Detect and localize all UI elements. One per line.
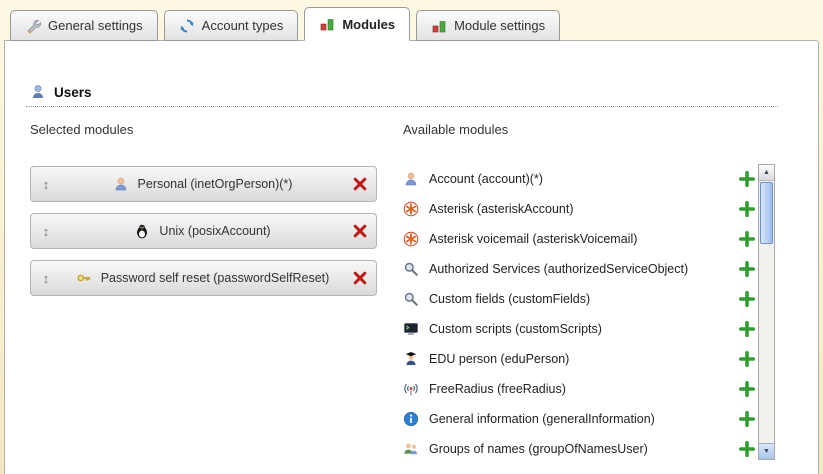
available-modules-list: Account (account)(*) Asterisk (asteriskA… <box>403 164 755 464</box>
selected-module-row[interactable]: ↕ Password self reset (passwordSelfReset… <box>30 260 377 296</box>
available-modules-heading: Available modules <box>403 122 508 137</box>
selected-module-row[interactable]: ↕ Personal (inetOrgPerson)(*) <box>30 166 377 202</box>
scroll-down-button[interactable]: ▼ <box>759 443 774 459</box>
module-label: Account (account)(*) <box>429 172 543 186</box>
graduate-icon <box>403 351 419 367</box>
scroll-up-button[interactable]: ▲ <box>759 165 774 181</box>
module-label: Personal (inetOrgPerson)(*) <box>138 177 293 191</box>
module-label: Authorized Services (authorizedServiceOb… <box>429 262 688 276</box>
available-module-row: Asterisk voicemail (asteriskVoicemail) <box>403 224 755 254</box>
add-module-button[interactable] <box>739 411 755 427</box>
tab-label: Module settings <box>454 18 545 33</box>
add-module-button[interactable] <box>739 171 755 187</box>
penguin-icon <box>134 223 150 239</box>
drag-handle-icon[interactable]: ↕ <box>39 224 53 239</box>
module-entry: Password self reset (passwordSelfReset) <box>53 270 352 286</box>
scroll-down-arrow-icon: ▼ <box>763 448 770 455</box>
module-label: Asterisk voicemail (asteriskVoicemail) <box>429 232 637 246</box>
module-entry: Unix (posixAccount) <box>53 223 352 239</box>
user-icon <box>30 84 46 100</box>
module-label: General information (generalInformation) <box>429 412 655 426</box>
add-module-button[interactable] <box>739 201 755 217</box>
group-icon <box>403 441 419 457</box>
asterisk-icon <box>403 231 419 247</box>
remove-module-button[interactable] <box>352 223 368 239</box>
selected-module-row[interactable]: ↕ Unix (posixAccount) <box>30 213 377 249</box>
available-module-row: Asterisk (asteriskAccount) <box>403 194 755 224</box>
section-heading-users: Users <box>30 84 92 100</box>
tab-bar: General settings Account types Modules M… <box>10 7 560 41</box>
tab-label: General settings <box>48 18 143 33</box>
section-title: Users <box>54 85 92 100</box>
tab-general-settings[interactable]: General settings <box>10 10 158 41</box>
asterisk-icon <box>403 201 419 217</box>
remove-module-button[interactable] <box>352 270 368 286</box>
add-module-button[interactable] <box>739 291 755 307</box>
drag-handle-icon[interactable]: ↕ <box>39 271 53 286</box>
tab-modules[interactable]: Modules <box>304 7 410 41</box>
drag-handle-icon[interactable]: ↕ <box>39 177 53 192</box>
add-module-button[interactable] <box>739 261 755 277</box>
remove-module-button[interactable] <box>352 176 368 192</box>
available-module-row: Groups of names (groupOfNamesUser) <box>403 434 755 464</box>
info-icon <box>403 411 419 427</box>
available-module-row: General information (generalInformation) <box>403 404 755 434</box>
module-label: Custom scripts (customScripts) <box>429 322 602 336</box>
antenna-icon <box>403 381 419 397</box>
terminal-icon <box>403 321 419 337</box>
add-module-button[interactable] <box>739 321 755 337</box>
section-divider <box>26 106 778 107</box>
person-icon <box>113 176 129 192</box>
scrollbar[interactable]: ▲ ▼ <box>758 164 775 460</box>
wrench-icon <box>25 18 41 34</box>
module-entry: Personal (inetOrgPerson)(*) <box>53 176 352 192</box>
scrollbar-track[interactable] <box>759 245 774 443</box>
person-icon <box>403 171 419 187</box>
selected-modules-heading: Selected modules <box>30 122 133 137</box>
add-module-button[interactable] <box>739 381 755 397</box>
selected-modules-list: ↕ Personal (inetOrgPerson)(*) ↕ Unix (po… <box>30 166 377 307</box>
available-module-row: Custom scripts (customScripts) <box>403 314 755 344</box>
available-module-row: Custom fields (customFields) <box>403 284 755 314</box>
module-label: FreeRadius (freeRadius) <box>429 382 566 396</box>
scroll-up-arrow-icon: ▲ <box>763 169 770 176</box>
tab-label: Modules <box>342 17 395 32</box>
modules-icon <box>319 16 335 32</box>
available-module-row: Authorized Services (authorizedServiceOb… <box>403 254 755 284</box>
module-label: Custom fields (customFields) <box>429 292 590 306</box>
available-module-row: EDU person (eduPerson) <box>403 344 755 374</box>
module-label: EDU person (eduPerson) <box>429 352 569 366</box>
sync-icon <box>179 18 195 34</box>
module-settings-icon <box>431 18 447 34</box>
add-module-button[interactable] <box>739 351 755 367</box>
add-module-button[interactable] <box>739 441 755 457</box>
magnifier-icon <box>403 261 419 277</box>
tab-account-types[interactable]: Account types <box>164 10 299 41</box>
tab-module-settings[interactable]: Module settings <box>416 10 560 41</box>
lam-configuration-page: General settings Account types Modules M… <box>0 0 823 474</box>
module-label: Password self reset (passwordSelfReset) <box>101 271 330 285</box>
available-module-row: FreeRadius (freeRadius) <box>403 374 755 404</box>
module-label: Asterisk (asteriskAccount) <box>429 202 573 216</box>
magnifier-icon <box>403 291 419 307</box>
module-label: Unix (posixAccount) <box>159 224 270 238</box>
module-label: Groups of names (groupOfNamesUser) <box>429 442 648 456</box>
available-module-row: Account (account)(*) <box>403 164 755 194</box>
scrollbar-thumb[interactable] <box>760 182 773 244</box>
tab-label: Account types <box>202 18 284 33</box>
add-module-button[interactable] <box>739 231 755 247</box>
key-icon <box>76 270 92 286</box>
